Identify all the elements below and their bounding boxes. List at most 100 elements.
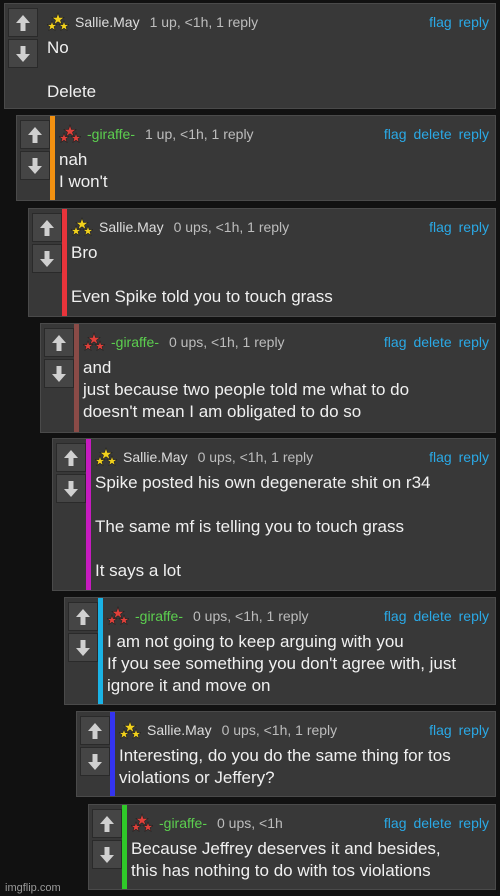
- comment-1: Sallie.May 1 up, <1h, 1 reply flag reply…: [4, 3, 496, 109]
- thread-depth-bar: [50, 116, 55, 200]
- arrow-down-icon[interactable]: [68, 633, 98, 662]
- reply-link[interactable]: reply: [459, 449, 489, 465]
- comment-line: this has nothing to do with tos violatio…: [131, 861, 431, 880]
- comment-username[interactable]: Sallie.May: [99, 219, 164, 235]
- flag-link[interactable]: flag: [429, 449, 452, 465]
- comment-body: Bro Even Spike told you to touch grass: [71, 242, 487, 308]
- comment-line: It says a lot: [95, 561, 181, 580]
- comment-username[interactable]: -giraffe-: [159, 815, 207, 831]
- arrow-up-icon[interactable]: [44, 328, 74, 357]
- comment-line: [71, 264, 487, 286]
- comment-5: Sallie.May 0 ups, <1h, 1 reply flag repl…: [52, 438, 496, 591]
- arrow-up-icon[interactable]: [68, 602, 98, 631]
- comment-4: -giraffe- 0 ups, <1h, 1 reply flag delet…: [40, 323, 496, 433]
- thread-depth-bar: [74, 324, 79, 432]
- comment-line: Because Jeffrey deserves it and besides,: [131, 839, 441, 858]
- comment-meta: 0 ups, <1h, 1 reply: [173, 219, 290, 235]
- comment-username[interactable]: Sallie.May: [147, 722, 212, 738]
- comment-6: -giraffe- 0 ups, <1h, 1 reply flag delet…: [64, 597, 496, 705]
- comment-body: Spike posted his own degenerate shit on …: [95, 472, 487, 582]
- comment-meta: 0 ups, <1h: [216, 815, 283, 831]
- delete-link[interactable]: delete: [413, 334, 451, 350]
- comment-line: Bro: [71, 243, 98, 262]
- reply-link[interactable]: reply: [459, 126, 489, 142]
- arrow-up-icon[interactable]: [32, 213, 62, 242]
- delete-link[interactable]: delete: [413, 126, 451, 142]
- thread-depth-bar: [62, 209, 67, 316]
- comment-body: nah I won't: [59, 149, 487, 193]
- flag-link[interactable]: flag: [384, 815, 407, 831]
- comment-meta: 0 ups, <1h, 1 reply: [192, 608, 309, 624]
- comment-username[interactable]: -giraffe-: [87, 126, 135, 142]
- comment-meta: 0 ups, <1h, 1 reply: [221, 722, 338, 738]
- imgflip-watermark: imgflip.com: [5, 882, 61, 894]
- comment-line: I won't: [59, 172, 108, 191]
- arrow-down-icon[interactable]: [56, 474, 86, 503]
- comment-3: Sallie.May 0 ups, <1h, 1 reply flag repl…: [28, 208, 496, 317]
- three-stars-avatar-icon: [95, 447, 117, 467]
- thread-depth-bar: [122, 805, 127, 889]
- reply-link[interactable]: reply: [459, 219, 489, 235]
- thread-depth-bar: [98, 598, 103, 704]
- reply-link[interactable]: reply: [459, 815, 489, 831]
- comment-line: The same mf is telling you to touch gras…: [95, 517, 404, 536]
- comment-meta: 1 up, <1h, 1 reply: [144, 126, 254, 142]
- flag-link[interactable]: flag: [429, 722, 452, 738]
- three-stars-avatar-icon: [83, 332, 105, 352]
- comment-username[interactable]: -giraffe-: [111, 334, 159, 350]
- comment-8: -giraffe- 0 ups, <1h flag delete reply B…: [88, 804, 496, 890]
- comment-line: If you see something you don't agree wit…: [107, 654, 457, 673]
- three-stars-avatar-icon: [71, 217, 93, 237]
- comment-line: violations or Jeffery?: [119, 768, 275, 787]
- comment-meta: 0 ups, <1h, 1 reply: [197, 449, 314, 465]
- three-stars-avatar-icon: [107, 606, 129, 626]
- flag-link[interactable]: flag: [384, 608, 407, 624]
- delete-link[interactable]: delete: [413, 815, 451, 831]
- comment-body: I am not going to keep arguing with you …: [107, 631, 487, 697]
- comment-line: I am not going to keep arguing with you: [107, 632, 404, 651]
- comment-meta: 1 up, <1h, 1 reply: [149, 14, 259, 30]
- delete-link[interactable]: delete: [413, 608, 451, 624]
- arrow-down-icon[interactable]: [80, 747, 110, 776]
- three-stars-avatar-icon: [119, 720, 141, 740]
- comment-body: Interesting, do you do the same thing fo…: [119, 745, 487, 789]
- comment-line: doesn't mean I am obligated to do so: [83, 402, 362, 421]
- comment-line: No: [47, 38, 69, 57]
- arrow-up-icon[interactable]: [8, 8, 38, 37]
- comment-line: and: [83, 358, 112, 377]
- comment-body: and just because two people told me what…: [83, 357, 487, 423]
- arrow-down-icon[interactable]: [44, 359, 74, 388]
- comment-line: [47, 59, 487, 81]
- comment-line: ignore it and move on: [107, 676, 271, 695]
- arrow-up-icon[interactable]: [20, 120, 50, 149]
- reply-link[interactable]: reply: [459, 14, 489, 30]
- comment-line: [95, 494, 487, 516]
- comment-line: Even Spike told you to touch grass: [71, 287, 333, 306]
- comment-line: Delete: [47, 82, 97, 101]
- comment-2: -giraffe- 1 up, <1h, 1 reply flag delete…: [16, 115, 496, 201]
- reply-link[interactable]: reply: [459, 608, 489, 624]
- thread-depth-bar: [86, 439, 91, 590]
- arrow-down-icon[interactable]: [8, 39, 38, 68]
- arrow-down-icon[interactable]: [92, 840, 122, 869]
- flag-link[interactable]: flag: [384, 334, 407, 350]
- comment-body: Because Jeffrey deserves it and besides,…: [131, 838, 487, 882]
- flag-link[interactable]: flag: [429, 14, 452, 30]
- arrow-down-icon[interactable]: [20, 151, 50, 180]
- comment-username[interactable]: Sallie.May: [123, 449, 188, 465]
- three-stars-avatar-icon: [47, 12, 69, 32]
- arrow-up-icon[interactable]: [92, 809, 122, 838]
- arrow-up-icon[interactable]: [56, 443, 86, 472]
- comment-username[interactable]: Sallie.May: [75, 14, 140, 30]
- reply-link[interactable]: reply: [459, 722, 489, 738]
- comment-body: No Delete: [47, 37, 487, 103]
- comment-line: Interesting, do you do the same thing fo…: [119, 746, 451, 765]
- flag-link[interactable]: flag: [384, 126, 407, 142]
- flag-link[interactable]: flag: [429, 219, 452, 235]
- comment-meta: 0 ups, <1h, 1 reply: [168, 334, 285, 350]
- arrow-up-icon[interactable]: [80, 716, 110, 745]
- thread-depth-bar: [110, 712, 115, 796]
- arrow-down-icon[interactable]: [32, 244, 62, 273]
- comment-username[interactable]: -giraffe-: [135, 608, 183, 624]
- reply-link[interactable]: reply: [459, 334, 489, 350]
